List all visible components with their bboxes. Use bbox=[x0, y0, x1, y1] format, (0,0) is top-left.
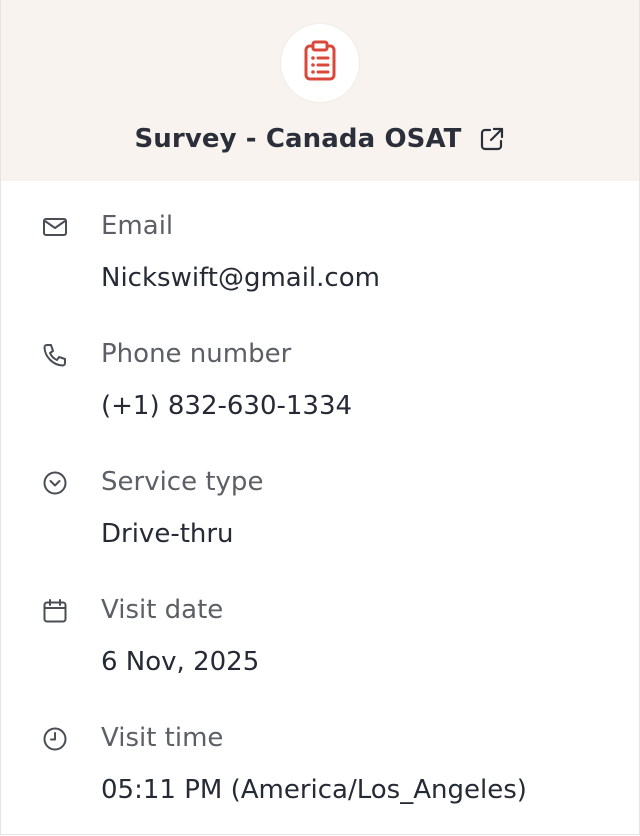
phone-icon bbox=[41, 341, 69, 369]
card-header: Survey - Canada OSAT bbox=[1, 0, 639, 181]
chevron-circle-icon bbox=[41, 469, 69, 497]
detail-value: 05:11 PM (America/Los_Angeles) bbox=[101, 775, 527, 805]
survey-badge bbox=[280, 23, 360, 103]
survey-title: Survey - Canada OSAT bbox=[134, 124, 462, 154]
title-row: Survey - Canada OSAT bbox=[1, 124, 639, 154]
detail-label: Visit time bbox=[101, 723, 224, 753]
detail-row-phone: Phone number (+1) 832-630-1334 bbox=[1, 309, 639, 421]
detail-label: Visit date bbox=[101, 595, 224, 625]
detail-row-visit-time: Visit time 05:11 PM (America/Los_Angeles… bbox=[1, 693, 639, 805]
detail-label: Email bbox=[101, 211, 174, 241]
clock-icon bbox=[41, 725, 69, 753]
mail-icon bbox=[41, 213, 69, 241]
detail-value: Drive-thru bbox=[101, 519, 234, 549]
detail-label: Service type bbox=[101, 467, 264, 497]
clipboard-list-icon bbox=[300, 39, 340, 87]
detail-label: Phone number bbox=[101, 339, 292, 369]
calendar-icon bbox=[41, 597, 69, 625]
detail-row-visit-date: Visit date 6 Nov, 2025 bbox=[1, 565, 639, 677]
detail-value: (+1) 832-630-1334 bbox=[101, 391, 353, 421]
detail-value: Nickswift@gmail.com bbox=[101, 263, 380, 293]
survey-details-card: Survey - Canada OSAT Email Nickswift@gma… bbox=[0, 0, 640, 835]
external-link-icon[interactable] bbox=[478, 125, 506, 153]
detail-row-service-type: Service type Drive-thru bbox=[1, 437, 639, 549]
detail-value: 6 Nov, 2025 bbox=[101, 647, 260, 677]
detail-row-email: Email Nickswift@gmail.com bbox=[1, 181, 639, 293]
